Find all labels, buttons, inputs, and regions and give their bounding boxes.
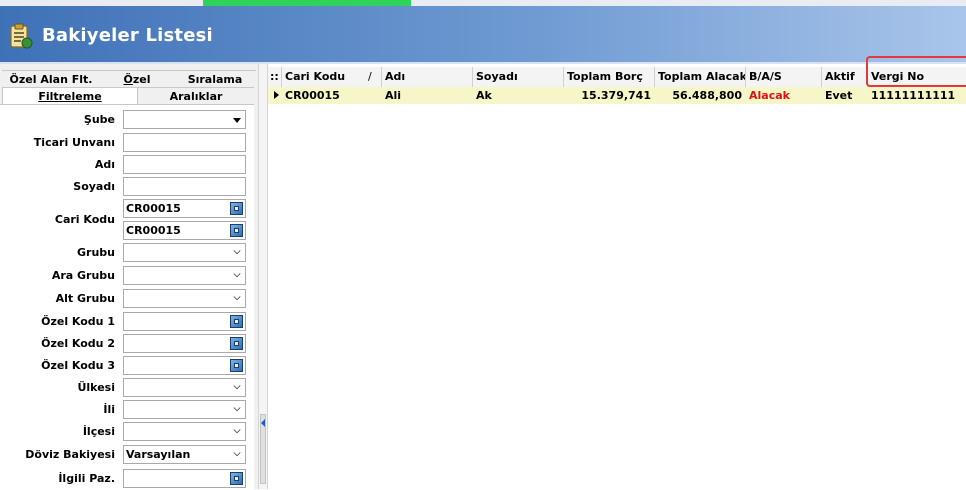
tab-siralama[interactable]: Sıralama [174,70,256,87]
dropdown-arrow-icon[interactable] [233,118,241,123]
cell-toplam-borc[interactable]: 15.379,741 [564,87,655,104]
column-header-toplam-alacak[interactable]: Toplam Alacak [655,67,746,87]
ozel-kodu-1-input[interactable] [123,312,246,331]
ilcesi-label: İlçesi [82,425,115,438]
chevron-down-icon[interactable]: ⌵ [232,403,242,416]
ara-grubu-select[interactable]: ⌵ [123,266,246,285]
page-title: Bakiyeler Listesi [42,25,213,46]
panel-splitter-scrollbar[interactable] [258,64,268,489]
grid-header: :: Cari Kodu / Adı Soyadı Toplam Borç Top… [268,67,966,88]
ozel-kodu-2-label: Özel Kodu 2 [41,337,115,350]
chevron-down-icon[interactable]: ⌵ [232,292,242,305]
column-header-soyadi[interactable]: Soyadı [473,67,564,87]
lookup-icon[interactable] [230,202,243,215]
cari-kodu-label: Cari Kodu [54,213,115,226]
cari-kodu-from-input[interactable]: CR00015 [123,199,246,218]
cell-toplam-alacak[interactable]: 56.488,800 [655,87,746,104]
ticari-unvani-label: Ticari Unvanı [33,136,115,149]
ilgili-paz-input[interactable] [123,469,246,488]
lookup-icon[interactable] [230,224,243,237]
adi-input[interactable] [123,155,246,174]
tab-araliklar[interactable]: Aralıklar [138,87,254,104]
column-header-cari-kodu[interactable]: Cari Kodu / [282,67,382,87]
results-grid: :: Cari Kodu / Adı Soyadı Toplam Borç Top… [268,64,966,489]
grubu-select[interactable]: ⌵ [123,243,246,262]
column-header-label: Cari Kodu [285,70,346,83]
table-row[interactable]: CR00015 Ali Ak 15.379,741 56.488,800 Ala… [268,87,966,104]
grubu-label: Grubu [77,246,115,259]
clipboard-report-icon [10,23,33,49]
tab-filtreleme[interactable]: Filtreleme [2,87,138,104]
ticari-unvani-input[interactable] [123,133,246,152]
ozel-kodu-2-input[interactable] [123,334,246,353]
soyadi-label: Soyadı [73,180,115,193]
doviz-bakiyesi-label: Döviz Bakiyesi [25,448,115,461]
tab-ozel[interactable]: Özel [100,70,174,87]
cell-vergi-no[interactable]: 11111111111 [868,87,966,104]
cell-aktif[interactable]: Evet [822,87,868,104]
chevron-down-icon[interactable]: ⌵ [232,269,242,282]
doviz-bakiyesi-value: Varsayılan [126,448,191,461]
alt-grubu-select[interactable]: ⌵ [123,289,246,308]
ilcesi-select[interactable]: ⌵ [123,422,246,441]
chevron-down-icon[interactable]: ⌵ [232,246,242,259]
lookup-icon[interactable] [230,472,243,485]
collapse-arrow-icon[interactable] [261,419,265,427]
chevron-down-icon[interactable]: ⌵ [232,448,242,461]
cell-bas[interactable]: Alacak [746,87,822,104]
grid-drag-handle[interactable]: :: [268,67,282,87]
sube-label: Şube [83,113,115,126]
cell-soyadi[interactable]: Ak [473,87,564,104]
alt-grubu-label: Alt Grubu [55,292,115,305]
sort-indicator-icon: / [368,70,372,83]
ozel-kodu-1-label: Özel Kodu 1 [41,315,115,328]
filter-form: Şube Ticari Unvanı Adı Soyadı Cari Kodu … [0,104,254,490]
column-header-toplam-borc[interactable]: Toplam Borç [564,67,655,87]
ili-label: İli [103,403,115,416]
ulkesi-label: Ülkesi [77,381,115,394]
cari-kodu-from-value: CR00015 [126,202,181,215]
column-header-aktif[interactable]: Aktif [822,67,868,87]
cell-cari-kodu[interactable]: CR00015 [282,87,382,104]
column-header-bas[interactable]: B/A/S [746,67,822,87]
filter-panel: Özel Alan Flt. Özel Sıralama Filtreleme … [0,64,258,490]
window-header: Bakiyeler Listesi [0,6,966,64]
cari-kodu-to-input[interactable]: CR00015 [123,221,246,240]
soyadi-input[interactable] [123,177,246,196]
column-header-adi[interactable]: Adı [382,67,473,87]
ulkesi-select[interactable]: ⌵ [123,378,246,397]
ilgili-paz-label: İlgili Paz. [58,472,115,485]
tab-filtreleme-label: Filtreleme [38,90,102,103]
ozel-kodu-3-label: Özel Kodu 3 [41,359,115,372]
lookup-icon[interactable] [230,359,243,372]
ara-grubu-label: Ara Grubu [51,269,115,282]
chevron-down-icon[interactable]: ⌵ [232,425,242,438]
vergi-no-highlight-box [866,56,966,87]
tab-ozel-label: zel [132,73,151,86]
current-row-indicator-icon [274,91,279,99]
tab-ozel-alan-flt[interactable]: Özel Alan Flt. [2,70,100,87]
doviz-bakiyesi-select[interactable]: Varsayılan ⌵ [123,445,246,464]
sube-select[interactable] [123,110,246,129]
cell-adi[interactable]: Ali [382,87,473,104]
chevron-down-icon[interactable]: ⌵ [232,381,242,394]
lookup-icon[interactable] [230,315,243,328]
lookup-icon[interactable] [230,337,243,350]
adi-label: Adı [94,158,115,171]
cari-kodu-to-value: CR00015 [126,224,181,237]
ozel-kodu-3-input[interactable] [123,356,246,375]
ili-select[interactable]: ⌵ [123,400,246,419]
